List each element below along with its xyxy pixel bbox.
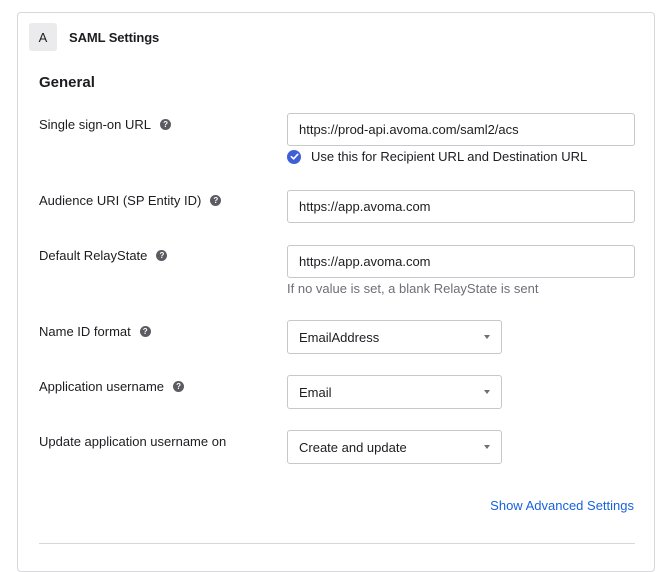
update-username-label-text: Update application username on: [39, 434, 227, 449]
chevron-down-icon: [484, 335, 490, 339]
recipient-checkbox[interactable]: [287, 149, 301, 164]
check-icon: [290, 153, 299, 160]
show-advanced-settings-link[interactable]: Show Advanced Settings: [490, 498, 634, 513]
app-username-select[interactable]: Email: [287, 375, 502, 409]
chevron-down-icon: [484, 390, 490, 394]
audience-uri-label: Audience URI (SP Entity ID) ?: [39, 193, 222, 208]
divider: [39, 543, 635, 544]
app-username-label-text: Application username: [39, 379, 165, 394]
help-icon[interactable]: ?: [173, 381, 185, 392]
relay-state-hint: If no value is set, a blank RelayState i…: [287, 281, 539, 296]
name-id-format-value: EmailAddress: [299, 329, 380, 345]
app-username-label: Application username ?: [39, 379, 185, 394]
relay-state-label-text: Default RelayState: [39, 248, 148, 263]
name-id-format-select[interactable]: EmailAddress: [287, 320, 502, 354]
name-id-format-label-text: Name ID format: [39, 324, 131, 339]
sso-url-label: Single sign-on URL ?: [39, 117, 172, 132]
relay-state-input[interactable]: [287, 245, 635, 278]
help-icon[interactable]: ?: [160, 119, 172, 130]
help-icon[interactable]: ?: [139, 326, 151, 337]
update-username-label: Update application username on: [39, 434, 226, 449]
help-icon[interactable]: ?: [210, 195, 222, 206]
relay-state-label: Default RelayState ?: [39, 248, 168, 263]
sso-url-input[interactable]: [287, 113, 635, 146]
audience-uri-label-text: Audience URI (SP Entity ID): [39, 193, 202, 208]
recipient-checkbox-label: Use this for Recipient URL and Destinati…: [311, 149, 588, 164]
help-icon[interactable]: ?: [156, 250, 168, 261]
update-username-select[interactable]: Create and update: [287, 430, 502, 464]
update-username-value: Create and update: [299, 439, 407, 455]
audience-uri-input[interactable]: [287, 190, 635, 223]
name-id-format-label: Name ID format ?: [39, 324, 151, 339]
recipient-checkbox-row[interactable]: Use this for Recipient URL and Destinati…: [287, 149, 587, 164]
app-username-value: Email: [299, 384, 332, 400]
panel-title: SAML Settings: [69, 30, 160, 45]
step-badge: A: [29, 23, 57, 51]
chevron-down-icon: [484, 445, 490, 449]
sso-url-label-text: Single sign-on URL: [39, 117, 152, 132]
section-title: General: [39, 74, 95, 91]
saml-settings-panel: A SAML Settings General Single sign-on U…: [17, 12, 655, 572]
